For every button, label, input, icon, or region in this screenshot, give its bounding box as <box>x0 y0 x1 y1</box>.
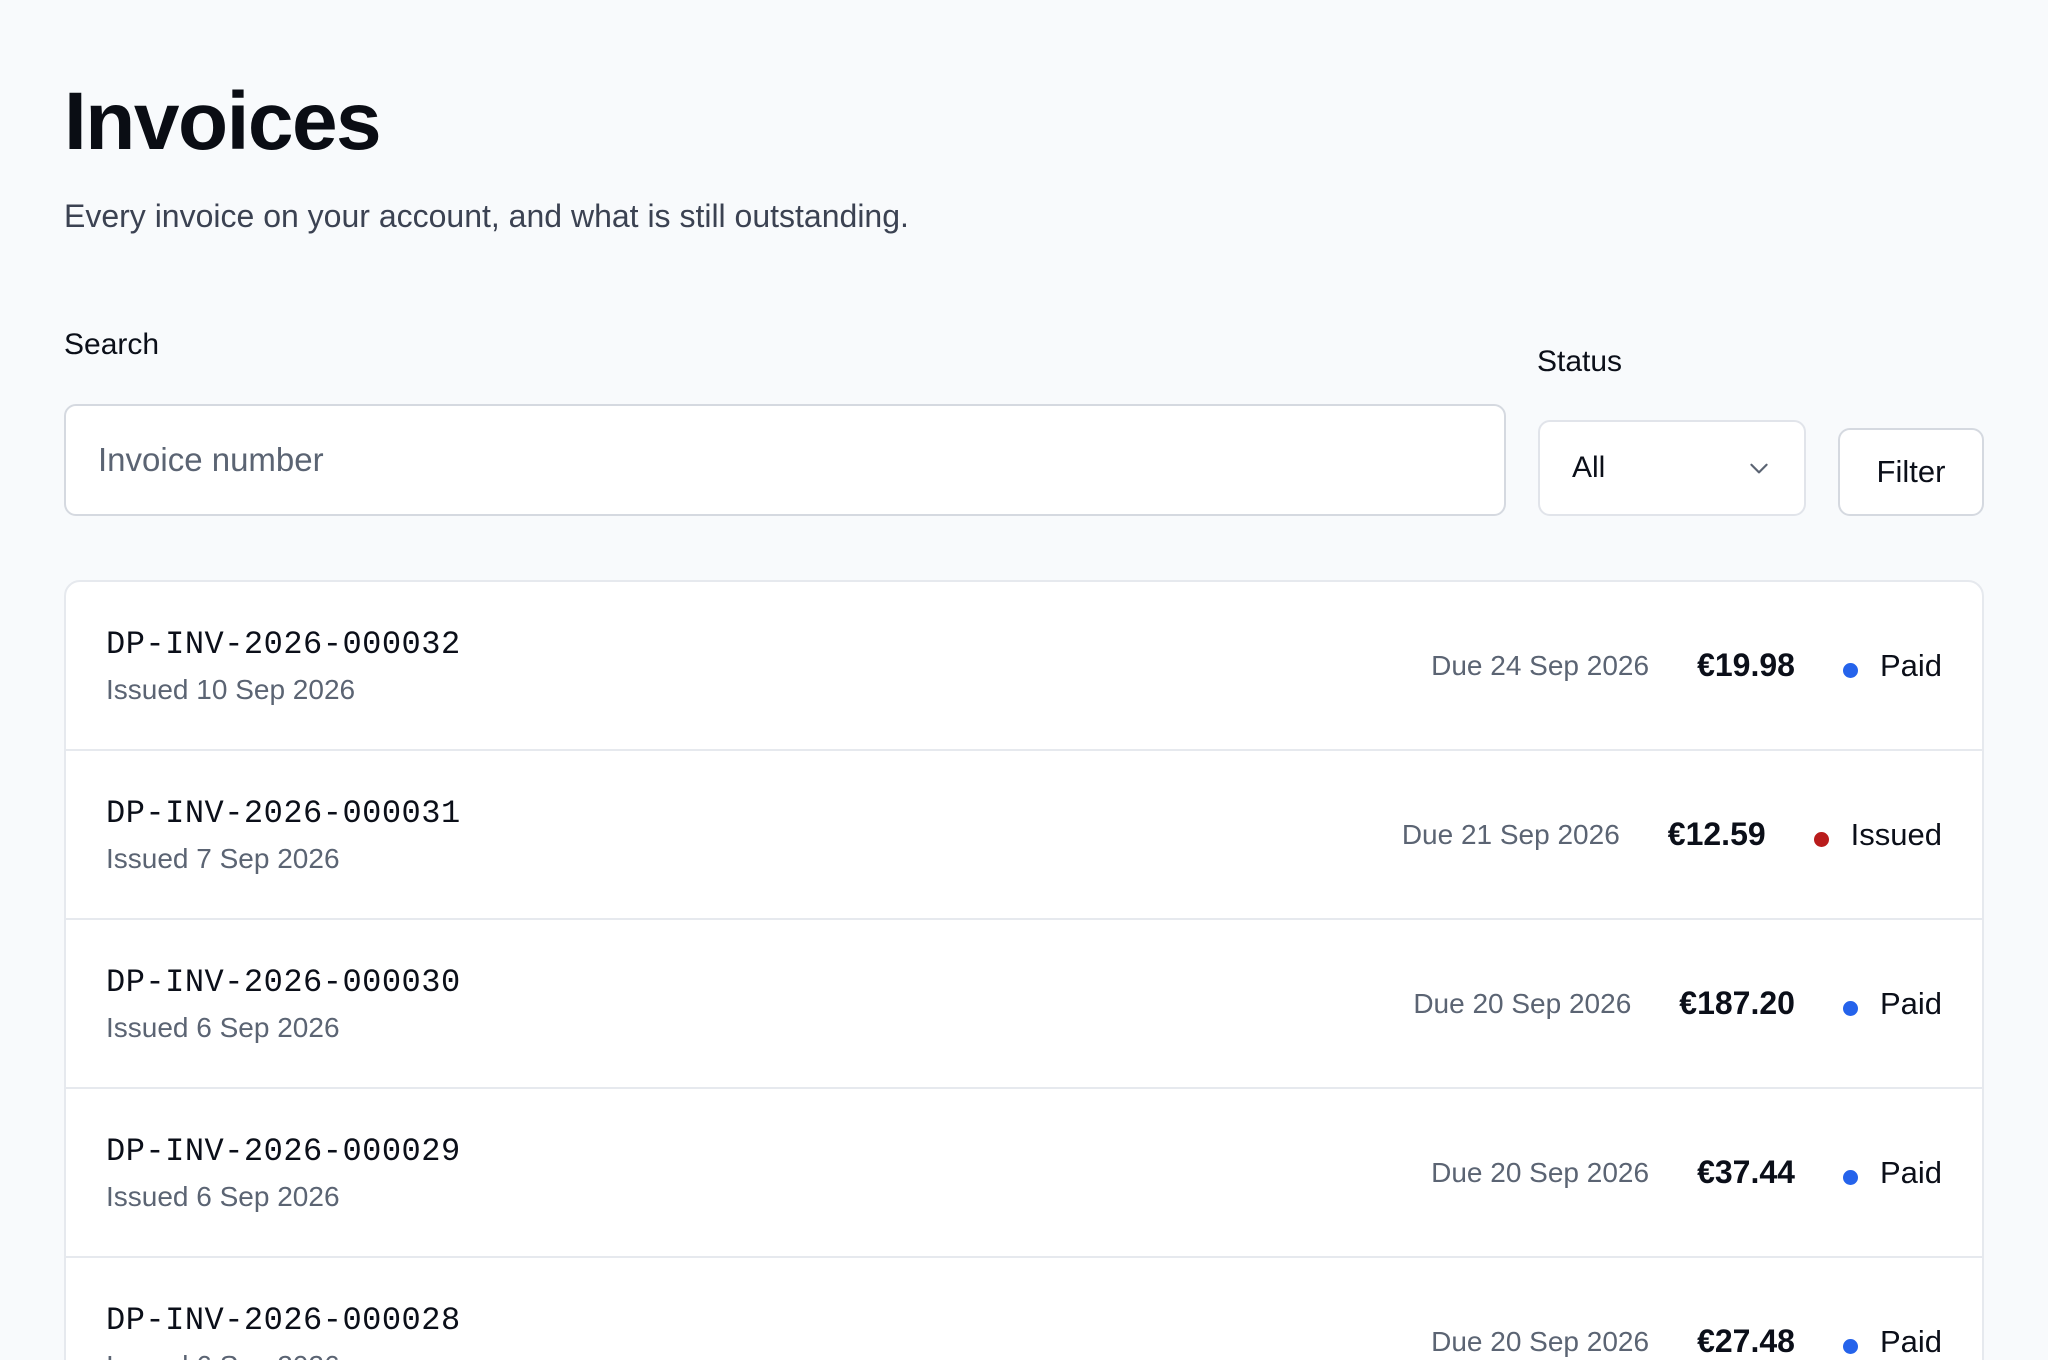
invoice-amount: €187.20 <box>1679 985 1795 1021</box>
status-dot-icon <box>1842 1339 1858 1354</box>
status-select-value: All <box>1572 451 1606 484</box>
invoice-issued-date: Issued 6 Sep 2026 <box>106 1012 340 1043</box>
invoice-issued-date: Issued 6 Sep 2026 <box>106 1350 340 1360</box>
invoice-meta: Due 20 Sep 2026 €37.44 Paid <box>1431 1089 1942 1256</box>
invoice-row[interactable]: DP-INV-2026-000029 Issued 6 Sep 2026 Due… <box>66 1089 1982 1258</box>
invoice-issued-date: Issued 10 Sep 2026 <box>106 674 356 705</box>
status-badge: Paid <box>1842 1154 1942 1191</box>
invoice-number[interactable]: DP-INV-2026-000029 <box>106 1133 461 1170</box>
invoice-due-date: Due 24 Sep 2026 <box>1431 649 1650 681</box>
invoice-row[interactable]: DP-INV-2026-000028 Issued 6 Sep 2026 Due… <box>66 1258 1982 1360</box>
page-title: Invoices <box>64 76 382 167</box>
invoice-meta: Due 24 Sep 2026 €19.98 Paid <box>1431 582 1942 749</box>
status-dot-icon <box>1842 1001 1858 1016</box>
invoice-due-date: Due 20 Sep 2026 <box>1431 1156 1650 1188</box>
page-subtitle: Every invoice on your account, and what … <box>64 198 909 234</box>
invoice-due-date: Due 20 Sep 2026 <box>1413 987 1632 1019</box>
status-text: Paid <box>1879 1154 1942 1190</box>
search-input[interactable] <box>64 404 1506 516</box>
invoice-due-date: Due 21 Sep 2026 <box>1401 818 1620 850</box>
status-badge: Issued <box>1813 816 1942 853</box>
invoice-due-date: Due 20 Sep 2026 <box>1431 1325 1650 1357</box>
status-text: Paid <box>1879 1323 1942 1359</box>
invoice-meta: Due 20 Sep 2026 €187.20 Paid <box>1413 920 1942 1087</box>
invoice-row[interactable]: DP-INV-2026-000030 Issued 6 Sep 2026 Due… <box>66 920 1982 1089</box>
invoice-amount: €19.98 <box>1697 647 1795 683</box>
status-text: Paid <box>1879 985 1942 1021</box>
invoice-amount: €37.44 <box>1697 1154 1795 1190</box>
status-label: Status <box>1537 345 1623 378</box>
status-badge: Paid <box>1842 1323 1942 1360</box>
invoice-number[interactable]: DP-INV-2026-000028 <box>106 1302 461 1339</box>
invoice-number[interactable]: DP-INV-2026-000031 <box>106 795 461 832</box>
invoice-row[interactable]: DP-INV-2026-000032 Issued 10 Sep 2026 Du… <box>66 582 1982 751</box>
invoice-list: DP-INV-2026-000032 Issued 10 Sep 2026 Du… <box>64 580 1984 1360</box>
status-badge: Paid <box>1842 985 1942 1022</box>
status-text: Issued <box>1850 816 1942 852</box>
chevron-down-icon <box>1750 463 1768 474</box>
status-select[interactable]: All <box>1538 420 1806 516</box>
status-badge: Paid <box>1842 647 1942 684</box>
invoice-row[interactable]: DP-INV-2026-000031 Issued 7 Sep 2026 Due… <box>66 751 1982 920</box>
invoice-number[interactable]: DP-INV-2026-000032 <box>106 626 461 663</box>
invoice-amount: €27.48 <box>1697 1323 1795 1359</box>
status-dot-icon <box>1842 1170 1858 1185</box>
status-dot-icon <box>1842 663 1858 678</box>
filter-button[interactable]: Filter <box>1838 428 1984 516</box>
invoices-page: Invoices Every invoice on your account, … <box>0 0 2048 1360</box>
invoice-amount: €12.59 <box>1667 816 1766 852</box>
invoice-meta: Due 21 Sep 2026 €12.59 Issued <box>1402 751 1942 918</box>
invoice-issued-date: Issued 7 Sep 2026 <box>106 843 340 874</box>
search-label: Search <box>64 328 160 361</box>
invoice-meta: Due 20 Sep 2026 €27.48 Paid <box>1431 1258 1942 1360</box>
invoice-number[interactable]: DP-INV-2026-000030 <box>106 964 461 1001</box>
invoice-issued-date: Issued 6 Sep 2026 <box>106 1181 340 1212</box>
status-dot-icon <box>1813 832 1829 847</box>
status-text: Paid <box>1879 647 1942 683</box>
